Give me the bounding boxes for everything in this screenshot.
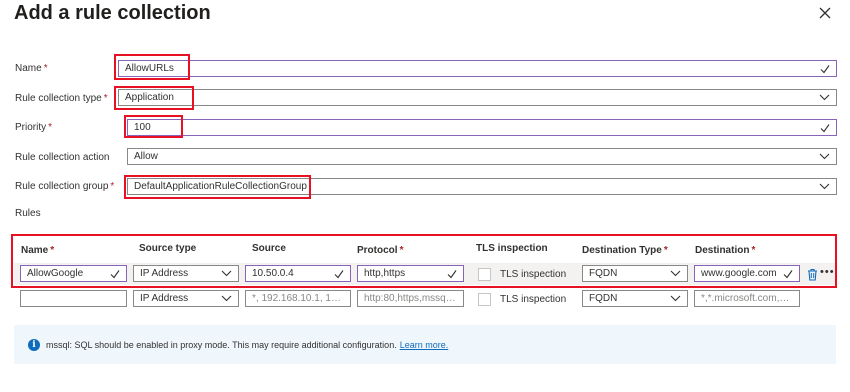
name-input[interactable]: AllowURLs	[118, 60, 837, 77]
rule-name-input[interactable]	[20, 290, 127, 307]
rules-section-label: Rules	[15, 208, 41, 219]
col-header-protocol: Protocol *	[357, 245, 404, 256]
check-icon	[334, 269, 344, 278]
check-icon	[820, 64, 830, 73]
col-header-dest-type: Destination Type *	[582, 245, 668, 256]
learn-more-link[interactable]: Learn more.	[400, 340, 449, 350]
check-icon	[820, 123, 830, 132]
delete-icon[interactable]	[806, 268, 819, 281]
more-options-icon[interactable]: •••	[820, 266, 835, 278]
action-label: Rule collection action	[15, 152, 110, 163]
col-header-source: Source	[252, 243, 286, 254]
info-icon: i	[28, 338, 40, 351]
checkbox-box[interactable]	[478, 268, 491, 281]
priority-input[interactable]: 100	[127, 119, 837, 136]
dest-type-select[interactable]: FQDN	[582, 290, 688, 307]
col-header-tls: TLS inspection	[476, 243, 548, 254]
chevron-down-icon	[819, 183, 830, 190]
source-type-select[interactable]: IP Address	[133, 290, 239, 307]
protocol-input[interactable]: http:80,https,mssql:...	[357, 290, 464, 307]
action-select[interactable]: Allow	[127, 148, 837, 165]
info-text: mssql: SQL should be enabled in proxy mo…	[46, 339, 397, 350]
check-icon	[110, 269, 120, 278]
chevron-down-icon	[670, 295, 681, 302]
dialog-title: Add a rule collection	[14, 2, 211, 24]
type-label: Rule collection type *	[15, 93, 108, 104]
chevron-down-icon	[221, 295, 232, 302]
tls-checkbox[interactable]: TLS inspection	[478, 268, 566, 281]
source-type-select[interactable]: IP Address	[133, 265, 239, 282]
rule-name-input[interactable]: AllowGoogle	[20, 265, 127, 282]
col-header-destination: Destination *	[695, 245, 756, 256]
close-icon[interactable]	[817, 5, 833, 21]
source-input[interactable]: *, 192.168.10.1, 192....	[245, 290, 351, 307]
name-label: Name *	[15, 63, 48, 74]
tls-checkbox[interactable]: TLS inspection	[478, 293, 566, 306]
check-icon	[783, 269, 793, 278]
protocol-input[interactable]: http,https	[357, 265, 464, 282]
chevron-down-icon	[221, 270, 232, 277]
group-label: Rule collection group *	[15, 181, 115, 192]
destination-input[interactable]: *,*.microsoft.com,*....	[694, 290, 800, 307]
col-header-source-type: Source type	[139, 243, 197, 254]
destination-input[interactable]: www.google.com	[694, 265, 800, 282]
group-select[interactable]: DefaultApplicationRuleCollectionGroup	[127, 178, 837, 195]
chevron-down-icon	[819, 94, 830, 101]
chevron-down-icon	[670, 270, 681, 277]
checkbox-box[interactable]	[478, 293, 491, 306]
priority-label: Priority *	[15, 122, 53, 133]
type-select[interactable]: Application	[118, 89, 837, 106]
col-header-name: Name *	[21, 245, 55, 256]
check-icon	[447, 269, 457, 278]
chevron-down-icon	[819, 153, 830, 160]
info-banner: i mssql: SQL should be enabled in proxy …	[14, 325, 836, 364]
source-input[interactable]: 10.50.0.4	[245, 265, 351, 282]
dest-type-select[interactable]: FQDN	[582, 265, 688, 282]
